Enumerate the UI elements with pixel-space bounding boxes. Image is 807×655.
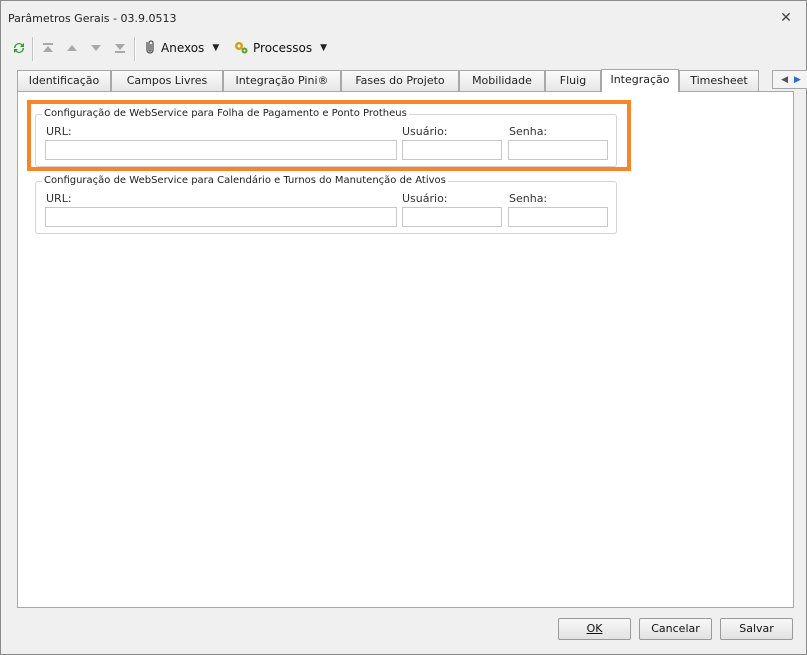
group-title: Configuração de WebService para Folha de… — [42, 108, 409, 119]
tab-timesheet[interactable]: Timesheet — [679, 70, 759, 91]
senha-input[interactable] — [508, 140, 608, 160]
save-button[interactable]: Salvar — [720, 618, 793, 640]
tab-integracao-pini[interactable]: Integração Pini® — [223, 70, 341, 91]
close-icon[interactable]: ✕ — [777, 9, 795, 27]
tab-fases-do-projeto[interactable]: Fases do Projeto — [341, 70, 459, 91]
tab-identificacao[interactable]: Identificação — [17, 70, 111, 91]
paperclip-icon — [143, 39, 157, 58]
refresh-icon[interactable] — [11, 37, 27, 59]
chevron-down-icon: ▼ — [212, 43, 220, 53]
url-label: URL: — [46, 125, 72, 138]
usuario-label: Usuário: — [402, 125, 448, 138]
tab-campos-livres[interactable]: Campos Livres — [111, 70, 223, 91]
processos-button[interactable]: Processos ▼ — [233, 37, 327, 59]
senha-label: Senha: — [509, 192, 548, 205]
url-input[interactable] — [45, 140, 397, 160]
ok-label: OK — [586, 622, 603, 635]
tab-integracao[interactable]: Integração — [601, 69, 679, 92]
scroll-left-icon[interactable]: ◀ — [781, 75, 788, 85]
usuario-label: Usuário: — [402, 192, 448, 205]
dialog-window: Parâmetros Gerais - 03.9.0513 ✕ Anexos ▼… — [0, 0, 807, 655]
cancel-button[interactable]: Cancelar — [639, 618, 712, 640]
group-calendario-turnos: Configuração de WebService para Calendár… — [35, 175, 617, 234]
title-bar: Parâmetros Gerais - 03.9.0513 ✕ — [1, 1, 806, 35]
toolbar: Anexos ▼ Processos ▼ — [7, 35, 802, 63]
usuario-input[interactable] — [402, 207, 502, 227]
tab-bar: Identificação Campos Livres Integração P… — [17, 69, 807, 92]
previous-record-icon[interactable] — [65, 37, 79, 59]
window-title: Parâmetros Gerais - 03.9.0513 — [8, 12, 177, 25]
senha-label: Senha: — [509, 125, 548, 138]
next-record-icon[interactable] — [89, 37, 103, 59]
url-label: URL: — [46, 192, 72, 205]
save-label: Salvar — [739, 622, 774, 635]
tab-mobilidade[interactable]: Mobilidade — [459, 70, 545, 91]
chevron-down-icon: ▼ — [320, 43, 328, 53]
anexos-button[interactable]: Anexos ▼ — [143, 37, 219, 59]
anexos-label: Anexos — [161, 41, 205, 55]
last-record-icon[interactable] — [113, 37, 127, 59]
gears-icon — [233, 39, 249, 58]
usuario-input[interactable] — [402, 140, 502, 160]
processos-label: Processos — [253, 41, 313, 55]
cancel-label: Cancelar — [651, 622, 700, 635]
scroll-right-icon[interactable]: ▶ — [794, 75, 801, 85]
group-title: Configuração de WebService para Calendár… — [42, 175, 448, 186]
first-record-icon[interactable] — [41, 37, 55, 59]
url-input[interactable] — [45, 207, 397, 227]
senha-input[interactable] — [508, 207, 608, 227]
ok-button[interactable]: OK — [558, 618, 631, 640]
tab-scroll-buttons: ◀ ▶ — [772, 70, 807, 89]
group-folha-pagamento: Configuração de WebService para Folha de… — [35, 108, 617, 167]
tab-panel-integracao: Configuração de WebService para Folha de… — [17, 91, 794, 608]
tab-fluig[interactable]: Fluig — [545, 70, 601, 91]
